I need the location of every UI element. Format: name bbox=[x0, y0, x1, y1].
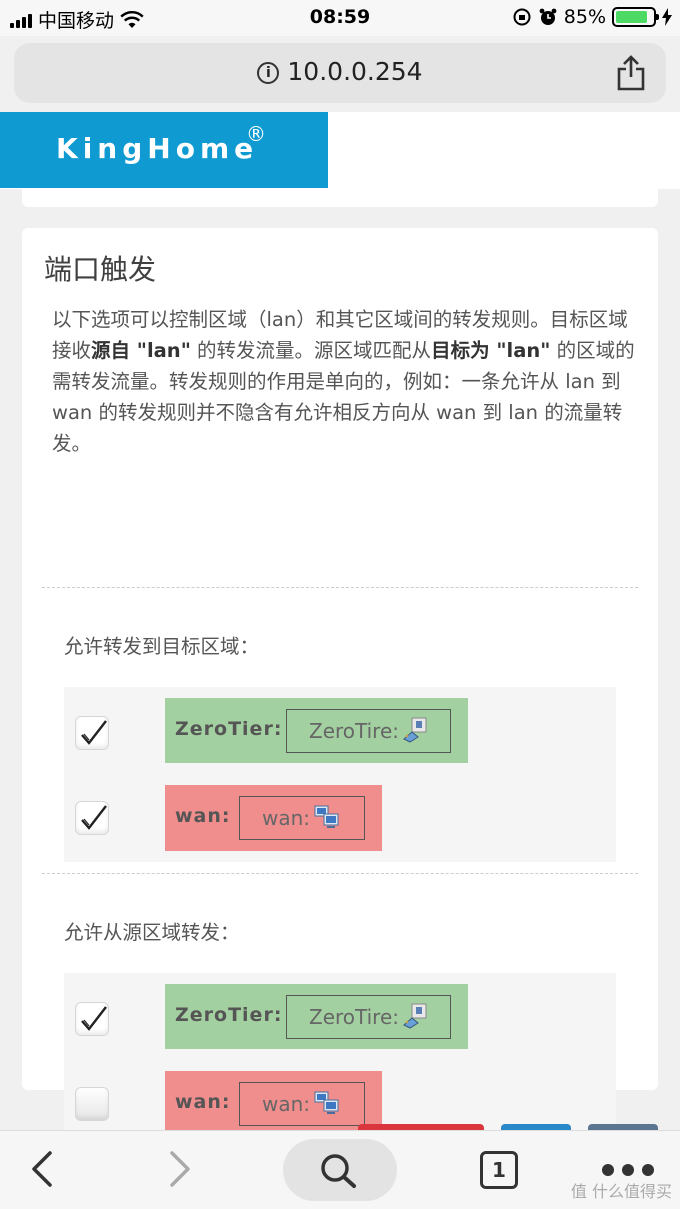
web-page: KingHome ® 端口触发 以下选项可以控制区域（lan）和其它区域间的转发… bbox=[0, 112, 680, 1130]
port-trigger-card: 端口触发 以下选项可以控制区域（lan）和其它区域间的转发规则。目标区域接收源自… bbox=[22, 228, 658, 1130]
share-icon[interactable] bbox=[616, 55, 646, 91]
url-text[interactable]: 10.0.0.254 bbox=[287, 57, 422, 86]
network-adapter-icon bbox=[403, 717, 427, 743]
section-title: 端口触发 bbox=[44, 253, 157, 286]
battery-percent: 85% bbox=[563, 6, 606, 28]
site-header: KingHome ® bbox=[0, 112, 680, 189]
previous-card bbox=[22, 189, 658, 207]
zone-badge: ZeroTire: bbox=[286, 995, 451, 1039]
dest-wan-checkbox[interactable] bbox=[75, 801, 109, 835]
src-zone-wan[interactable]: wan: wan: bbox=[165, 1071, 382, 1130]
section-description: 以下选项可以控制区域（lan）和其它区域间的转发规则。目标区域接收源自 "lan… bbox=[52, 308, 635, 455]
zone-name: ZeroTier: bbox=[175, 718, 283, 740]
network-adapter-icon bbox=[403, 1003, 427, 1029]
dest-zones-list: ZeroTier: ZeroTire: wan: wan: bbox=[64, 687, 616, 862]
more-icon[interactable] bbox=[602, 1164, 654, 1176]
dest-zones-label: 允许转发到目标区域： bbox=[64, 635, 260, 658]
zone-name: wan: bbox=[175, 805, 231, 827]
divider bbox=[42, 873, 638, 874]
watermark: 值 什么值得买 bbox=[570, 1182, 672, 1201]
zone-name: wan: bbox=[175, 1091, 231, 1113]
src-wan-checkbox[interactable] bbox=[75, 1087, 109, 1121]
search-icon bbox=[321, 1154, 356, 1188]
status-bar: 中国移动 08:59 85% bbox=[0, 0, 680, 36]
zone-badge: wan: bbox=[239, 1082, 365, 1126]
divider bbox=[42, 587, 638, 588]
zone-badge: ZeroTire: bbox=[286, 709, 451, 753]
search-button[interactable] bbox=[283, 1139, 397, 1201]
src-zones-label: 允许从源区域转发： bbox=[64, 921, 240, 944]
rotation-lock-icon bbox=[513, 8, 531, 26]
dest-zone-wan[interactable]: wan: wan: bbox=[165, 785, 382, 851]
dest-zone-zerotier[interactable]: ZeroTier: ZeroTire: bbox=[165, 698, 468, 763]
kinghome-logo[interactable]: KingHome ® bbox=[0, 112, 328, 188]
zone-name: ZeroTier: bbox=[175, 1004, 283, 1026]
src-zerotier-checkbox[interactable] bbox=[75, 1002, 109, 1036]
zone-badge: wan: bbox=[239, 796, 365, 840]
tabs-button[interactable]: 1 bbox=[480, 1151, 518, 1189]
computers-icon bbox=[314, 1091, 339, 1114]
dest-zerotier-checkbox[interactable] bbox=[75, 716, 109, 750]
battery-icon bbox=[612, 7, 659, 27]
back-arrow-icon[interactable] bbox=[28, 1149, 58, 1189]
src-zones-list: ZeroTier: ZeroTire: wan: wan: bbox=[64, 973, 616, 1130]
info-icon[interactable]: i bbox=[257, 62, 280, 84]
charging-icon bbox=[662, 8, 672, 26]
alarm-icon bbox=[539, 8, 557, 25]
src-zone-zerotier[interactable]: ZeroTier: ZeroTire: bbox=[165, 984, 468, 1049]
address-bar[interactable]: i 10.0.0.254 bbox=[14, 43, 666, 103]
computers-icon bbox=[314, 805, 339, 828]
forward-arrow-icon[interactable] bbox=[164, 1149, 194, 1189]
